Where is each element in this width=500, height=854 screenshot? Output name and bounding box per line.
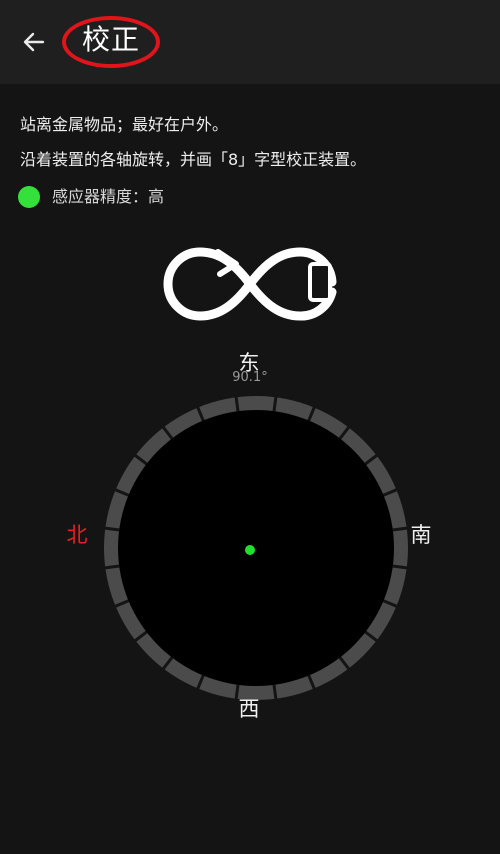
back-arrow-icon bbox=[23, 32, 45, 52]
accuracy-label: 感应器精度： bbox=[52, 187, 149, 206]
direction-east: 东 bbox=[238, 351, 260, 375]
direction-south: 南 bbox=[410, 523, 432, 547]
app-bar: 校正 bbox=[0, 0, 500, 84]
compass-dial bbox=[103, 395, 409, 701]
direction-west: 西 bbox=[238, 697, 260, 721]
instruction-line-1: 站离金属物品；最好在户外。 bbox=[20, 115, 229, 134]
direction-north: 北 bbox=[66, 523, 88, 547]
sensor-accuracy: 感应器精度： 高 bbox=[18, 185, 164, 209]
instruction-line-2: 沿着装置的各轴旋转，并画「8」字型校正装置。 bbox=[20, 150, 367, 169]
accuracy-value: 高 bbox=[148, 187, 165, 206]
compass-center-dot bbox=[245, 545, 255, 555]
page-title: 校正 bbox=[82, 23, 141, 56]
figure-eight-phone-icon bbox=[163, 247, 337, 321]
back-button[interactable] bbox=[14, 22, 54, 62]
accuracy-indicator-dot bbox=[18, 186, 40, 208]
